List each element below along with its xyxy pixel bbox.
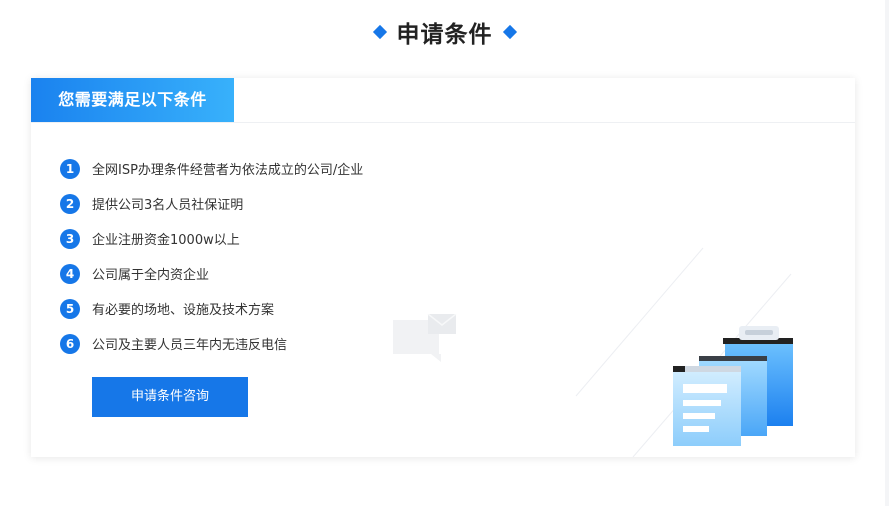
list-item: 4 公司属于全内资企业 <box>60 256 363 291</box>
chat-bubble-icon <box>393 314 457 362</box>
list-item: 5 有必要的场地、设施及技术方案 <box>60 291 363 326</box>
item-number-badge: 6 <box>60 333 80 354</box>
list-item: 1 全网ISP办理条件经营者为依法成立的公司/企业 <box>60 151 363 186</box>
consult-conditions-button[interactable]: 申请条件咨询 <box>92 377 248 417</box>
conditions-list: 1 全网ISP办理条件经营者为依法成立的公司/企业 2 提供公司3名人员社保证明… <box>60 151 363 361</box>
item-text: 公司属于全内资企业 <box>92 268 210 283</box>
page-scroll-edge <box>885 0 889 506</box>
list-item: 6 公司及主要人员三年内无违反电信 <box>60 326 363 361</box>
item-number-badge: 5 <box>60 298 80 319</box>
item-text: 提供公司3名人员社保证明 <box>92 198 244 213</box>
list-item: 3 企业注册资金1000w以上 <box>60 221 363 256</box>
item-number-badge: 2 <box>60 193 80 214</box>
diamond-icon <box>502 24 517 40</box>
clipboard-documents-illustration <box>673 326 793 446</box>
item-text: 全网ISP办理条件经营者为依法成立的公司/企业 <box>92 163 364 178</box>
item-number-badge: 4 <box>60 263 80 284</box>
item-number-badge: 3 <box>60 228 80 249</box>
item-text: 有必要的场地、设施及技术方案 <box>92 303 275 318</box>
section-title: 申请条件 <box>396 22 493 48</box>
list-item: 2 提供公司3名人员社保证明 <box>60 186 363 221</box>
section-heading: 申请条件 <box>0 14 889 50</box>
conditions-card: 您需要满足以下条件 1 全网ISP办理条件经营者为依法成立的公司/企业 2 提供… <box>31 78 855 457</box>
diamond-icon <box>372 24 387 40</box>
item-text: 公司及主要人员三年内无违反电信 <box>92 338 288 353</box>
item-text: 企业注册资金1000w以上 <box>92 233 240 248</box>
item-number-badge: 1 <box>60 158 80 179</box>
